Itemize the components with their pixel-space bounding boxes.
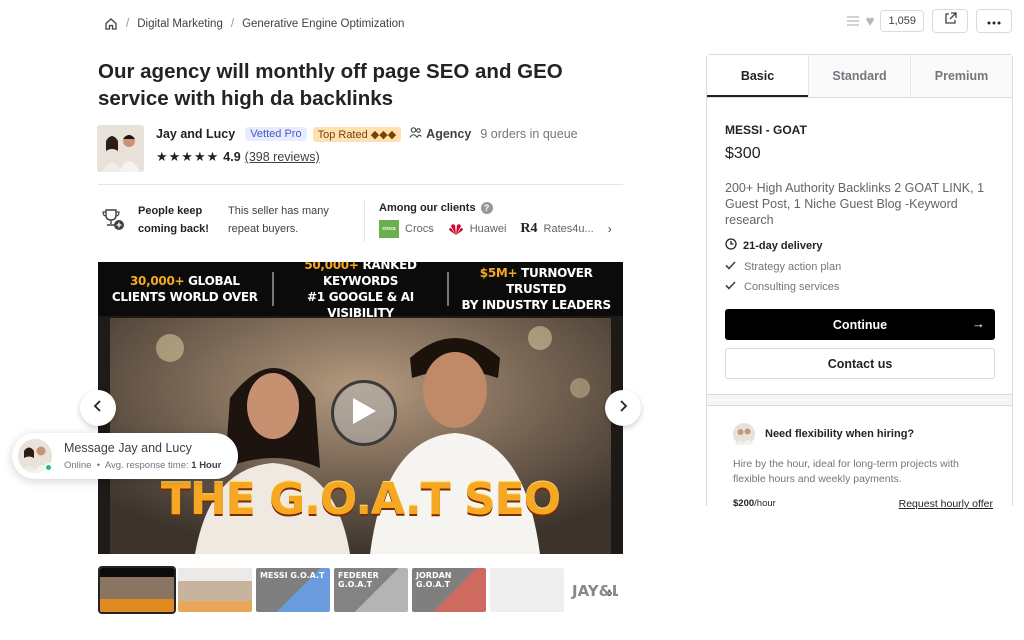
tab-basic[interactable]: Basic [707,55,808,97]
divider [707,394,1012,406]
check-icon [725,261,736,273]
like-count: 1,059 [880,10,924,32]
clients-heading: Among our clients ? [379,202,493,214]
request-hourly-offer-link[interactable]: Request hourly offer [899,498,993,510]
play-icon [350,396,378,431]
people-icon [409,127,423,141]
package-tabs: Basic Standard Premium [707,55,1012,98]
check-icon [725,281,736,293]
play-button[interactable] [331,380,397,446]
save-to-list[interactable]: ♥ 1,059 [846,10,924,32]
share-icon [944,12,957,30]
breadcrumb-separator: / [126,18,130,30]
client-huawei: Huawei [448,222,507,236]
avatar [18,439,53,473]
more-options-button[interactable] [976,9,1012,33]
video-banner: 30,000+ GLOBAL CLIENTS WORLD OVER 50,000… [98,262,623,320]
package-feature: Consulting services [725,281,994,293]
hourly-offer-section: Need flexibility when hiring? Hire by th… [733,423,993,510]
list-icon [846,15,860,27]
client-name: Crocs [405,223,434,235]
avatar [733,423,755,445]
tab-premium[interactable]: Premium [910,55,1012,97]
more-icon [987,12,1001,30]
thumbnail[interactable] [98,566,176,614]
clock-icon [725,238,737,253]
delivery-time: 21-day delivery [725,238,994,253]
repeat-buyers-text: This seller has many repeat buyers. [228,205,329,235]
rates4u-logo-icon: R4 [520,221,538,236]
stat-keywords: 50,000+ RANKED KEYWORDS #1 GOOGLE & AI V… [304,262,417,320]
hourly-title: Need flexibility when hiring? [765,428,915,440]
people-keep-coming-back: People keep coming back! [138,205,209,235]
help-icon[interactable]: ? [480,202,493,214]
clients-label: Among our clients [379,202,476,214]
stat-turnover: $5M+ TURNOVER TRUSTED BY INDUSTRY LEADER… [461,266,612,312]
client-rates4u: R4 Rates4u... [520,221,593,237]
rating-value: 4.9 [223,150,241,164]
trophy-icon [100,206,126,232]
package-price: $300 [725,145,761,162]
heart-icon[interactable]: ♥ [866,14,875,29]
breadcrumb-digital-marketing[interactable]: Digital Marketing [137,18,223,30]
clients-list: crocs Crocs Huawei R4 Rates4u... › [379,220,612,238]
breadcrumb-separator: / [230,18,235,30]
client-name: Rates4u... [543,223,594,235]
client-name: Huawei [469,223,507,235]
agency-label: Agency [409,127,471,141]
seller-overview: Jay and Lucy Vetted Pro Top Rated ◆◆◆ Ag… [97,125,578,172]
message-title: Message Jay and Lucy [64,441,192,455]
agency-text: Agency [426,127,472,141]
package-description: 200+ High Authority Backlinks 2 GOAT LIN… [725,181,985,227]
arrow-right-icon: → [972,316,985,331]
package-panel: Basic Standard Premium MESSI - GOAT $300… [706,54,1013,510]
vetted-pro-badge[interactable]: Vetted Pro [245,127,307,141]
huawei-logo-icon [448,222,464,236]
thumbnail[interactable] [178,568,252,612]
package-name: MESSI - GOAT [725,123,807,137]
hourly-description: Hire by the hour, ideal for long-term pr… [733,458,959,485]
home-icon[interactable] [104,17,118,31]
gig-gallery-main[interactable]: 30,000+ GLOBAL CLIENTS WORLD OVER 50,000… [98,262,623,554]
breadcrumb: / Digital Marketing / Generative Engine … [104,17,404,31]
chevron-right-icon[interactable]: › [608,584,613,600]
thumbnail[interactable]: MESSI G.O.A.T [256,568,330,612]
gig-actions: ♥ 1,059 [846,9,1012,33]
stat-clients: 30,000+ GLOBAL CLIENTS WORLD OVER [111,274,258,304]
message-seller-widget[interactable]: Message Jay and Lucy Online • Avg. respo… [12,433,238,479]
share-button[interactable] [932,9,968,33]
package-feature: Strategy action plan [725,261,994,273]
chevron-right-icon [618,399,628,417]
top-rated-badge[interactable]: Top Rated ◆◆◆ [312,126,402,142]
seller-highlights: People keep coming back! This seller has… [100,200,624,242]
seller-name[interactable]: Jay and Lucy [156,127,235,141]
gig-title: Our agency will monthly off page SEO and… [98,60,563,110]
chevron-left-icon [93,399,103,417]
response-info: Online • Avg. response time: 1 Hour [64,460,222,471]
tab-standard[interactable]: Standard [808,55,910,97]
orders-in-queue: 9 orders in queue [480,127,578,141]
gallery-thumbnails: MESSI G.O.A.T FEDERER G.O.A.T JORDAN G.O… [98,566,618,614]
breadcrumb-generative-engine-optimization[interactable]: Generative Engine Optimization [242,18,404,30]
contact-us-button[interactable]: Contact us [725,348,995,379]
client-crocs: crocs Crocs [379,220,434,238]
online-status-dot [44,463,53,472]
thumbnail[interactable]: FEDERER G.O.A.T [334,568,408,612]
chevron-right-icon[interactable]: › [608,222,612,236]
thumbnail[interactable] [490,568,564,612]
gallery-prev-button[interactable] [80,390,116,426]
star-rating-icon: ★★★★★ [156,149,220,164]
crocs-logo-icon: crocs [379,220,399,238]
divider [98,184,623,185]
reviews-link[interactable]: (398 reviews) [245,150,320,164]
seller-avatar[interactable] [97,125,144,172]
thumbnail[interactable]: JORDAN G.O.A.T [412,568,486,612]
video-headline: THE G.O.A.T SEO [160,474,561,525]
divider [364,200,365,242]
hourly-rate: $200/hour [733,498,776,509]
gallery-next-button[interactable] [605,390,641,426]
continue-button[interactable]: Continue → [725,309,995,340]
